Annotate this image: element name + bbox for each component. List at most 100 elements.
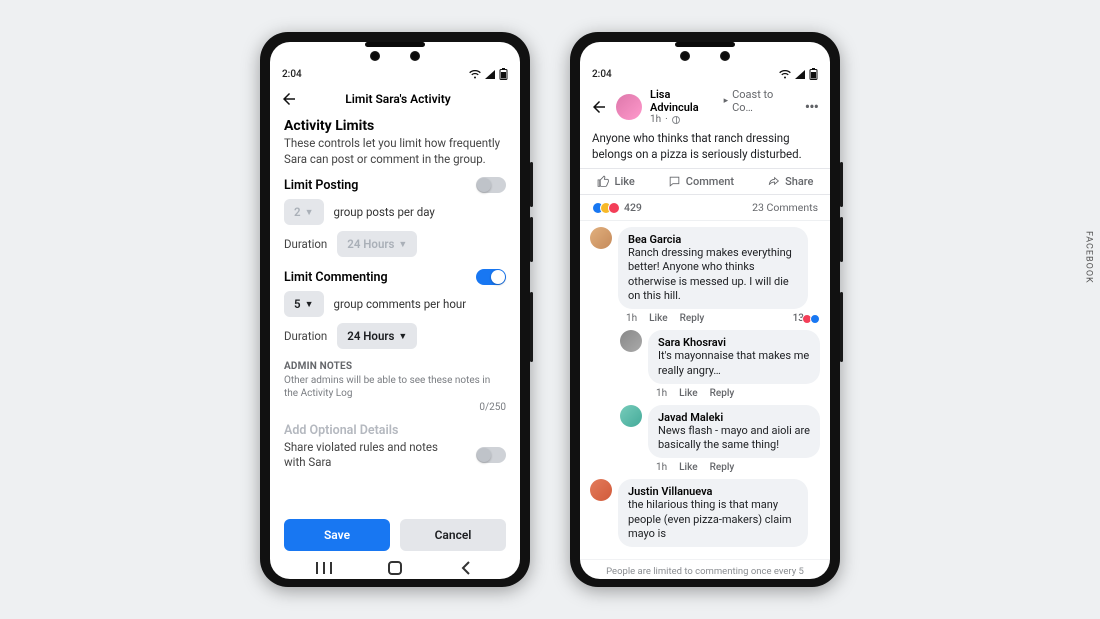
like-button[interactable]: Like <box>597 175 635 188</box>
share-button[interactable]: Share <box>767 175 813 188</box>
love-reaction-icon <box>608 202 620 214</box>
signal-icon <box>485 70 495 79</box>
nav-home-button[interactable] <box>375 561 415 575</box>
limit-posting-row: Limit Posting <box>284 177 506 193</box>
chevron-down-icon: ▼ <box>398 331 407 342</box>
chevron-right-icon: ▸ <box>724 96 729 106</box>
phone-side-button <box>530 217 533 262</box>
section-heading: Activity Limits <box>284 118 506 134</box>
phone-sensors <box>370 51 420 61</box>
comment-button[interactable]: Comment <box>668 175 734 188</box>
share-icon <box>767 175 780 188</box>
comment-item: Bea Garcia Ranch dressing makes everythi… <box>590 227 820 309</box>
posts-per-day-row: 2▼ group posts per day <box>284 199 506 225</box>
action-footer: Save Cancel <box>270 508 520 557</box>
comment-text: It's mayonnaise that makes me really ang… <box>658 349 810 378</box>
nav-recents-button[interactable] <box>304 562 344 574</box>
phone-screen-right: 2:04 Lisa Advincula ▸ Coast to Co… <box>580 42 830 579</box>
home-icon <box>388 561 402 575</box>
comments-count-select[interactable]: 5▼ <box>284 291 324 317</box>
post-time: 1h <box>650 114 661 125</box>
commenter-name: Justin Villanueva <box>628 485 798 498</box>
comment-reply-button[interactable]: Reply <box>710 462 735 473</box>
posts-count-select[interactable]: 2▼ <box>284 199 324 225</box>
admin-notes-heading: ADMIN NOTES <box>284 361 506 372</box>
phone-speaker <box>675 42 735 47</box>
status-icons <box>469 68 508 80</box>
status-time: 2:04 <box>592 69 612 80</box>
commenter-avatar[interactable] <box>590 479 612 501</box>
comment-icon <box>668 175 681 188</box>
comment-bubble[interactable]: Bea Garcia Ranch dressing makes everythi… <box>618 227 808 309</box>
commenter-name: Javad Maleki <box>658 411 810 424</box>
phone-sensors <box>680 51 730 61</box>
comment-like-button[interactable]: Like <box>649 313 667 324</box>
comment-limit-notice: People are limited to commenting once ev… <box>580 559 830 579</box>
status-time: 2:04 <box>282 69 302 80</box>
commenter-avatar[interactable] <box>590 227 612 249</box>
comment-time: 1h <box>626 313 637 324</box>
back-button[interactable] <box>280 90 298 108</box>
comments-list: Bea Garcia Ranch dressing makes everythi… <box>580 221 830 557</box>
comment-actions: 1h Like Reply 13 <box>626 313 820 324</box>
comment-like-button[interactable]: Like <box>679 462 697 473</box>
app-header: Limit Sara's Activity <box>270 84 520 116</box>
share-rules-desc: Share violated rules and notes with Sara <box>284 440 454 470</box>
comment-time: 1h <box>656 462 667 473</box>
post-group[interactable]: Coast to Co… <box>732 88 795 114</box>
comment-reactions[interactable]: 13 <box>793 313 820 324</box>
phone-side-button <box>840 162 843 207</box>
phone-screen-left: 2:04 Limit Sara's Activity Activity Limi… <box>270 42 520 579</box>
phone-speaker <box>365 42 425 47</box>
comment-text: News flash - mayo and aioli are basicall… <box>658 424 810 453</box>
post-author[interactable]: Lisa Advincula <box>650 88 720 114</box>
group-post-app: Lisa Advincula ▸ Coast to Co… 1h · ••• A… <box>580 84 830 579</box>
cancel-button[interactable]: Cancel <box>400 519 506 551</box>
commenter-avatar[interactable] <box>620 405 642 427</box>
phone-mockup-right: 2:04 Lisa Advincula ▸ Coast to Co… <box>570 32 840 587</box>
comment-item: Justin Villanueva the hilarious thing is… <box>590 479 820 547</box>
post-menu-button[interactable]: ••• <box>803 97 820 116</box>
nav-back-button[interactable] <box>446 561 486 575</box>
like-reaction-icon <box>810 314 820 324</box>
post-header: Lisa Advincula ▸ Coast to Co… 1h · ••• <box>580 84 830 127</box>
chevron-down-icon: ▼ <box>305 299 314 310</box>
reply-item: Javad Maleki News flash - mayo and aioli… <box>620 405 820 459</box>
post-body: Anyone who thinks that ranch dressing be… <box>580 127 830 168</box>
limit-commenting-toggle[interactable] <box>476 269 506 285</box>
signal-icon <box>795 70 805 79</box>
settings-content: Activity Limits These controls let you l… <box>270 116 520 508</box>
author-avatar[interactable] <box>616 94 642 120</box>
comment-reply-button[interactable]: Reply <box>680 313 705 324</box>
post-actions-bar: Like Comment Share <box>580 168 830 195</box>
android-nav-bar <box>270 557 520 579</box>
image-attribution: FACEBOOK <box>1084 230 1094 283</box>
duration-label: Duration <box>284 237 327 251</box>
commenter-avatar[interactable] <box>620 330 642 352</box>
comments-suffix: group comments per hour <box>334 297 467 311</box>
comment-bubble[interactable]: Javad Maleki News flash - mayo and aioli… <box>648 405 820 459</box>
status-icons <box>779 68 818 80</box>
commenting-duration-row: Duration 24 Hours▼ <box>284 323 506 349</box>
reply-item: Sara Khosravi It's mayonnaise that makes… <box>620 330 820 384</box>
char-count: 0/250 <box>284 402 506 413</box>
back-button[interactable] <box>590 98 608 116</box>
reaction-icons <box>592 202 620 214</box>
comment-bubble[interactable]: Sara Khosravi It's mayonnaise that makes… <box>648 330 820 384</box>
wifi-icon <box>779 70 791 79</box>
thumb-up-icon <box>597 175 610 188</box>
limit-commenting-label: Limit Commenting <box>284 270 388 285</box>
share-rules-toggle[interactable] <box>476 447 506 463</box>
comment-bubble[interactable]: Justin Villanueva the hilarious thing is… <box>618 479 808 547</box>
save-button[interactable]: Save <box>284 519 390 551</box>
comment-actions: 1h Like Reply <box>656 462 820 473</box>
reactions-summary[interactable]: 429 23 Comments <box>580 195 830 221</box>
limit-posting-toggle[interactable] <box>476 177 506 193</box>
comment-actions: 1h Like Reply <box>656 388 820 399</box>
posting-duration-select[interactable]: 24 Hours▼ <box>337 231 417 257</box>
comment-like-button[interactable]: Like <box>679 388 697 399</box>
commenting-duration-select[interactable]: 24 Hours▼ <box>337 323 417 349</box>
reaction-count: 429 <box>624 201 642 214</box>
comment-reply-button[interactable]: Reply <box>710 388 735 399</box>
admin-notes-desc: Other admins will be able to see these n… <box>284 374 506 400</box>
